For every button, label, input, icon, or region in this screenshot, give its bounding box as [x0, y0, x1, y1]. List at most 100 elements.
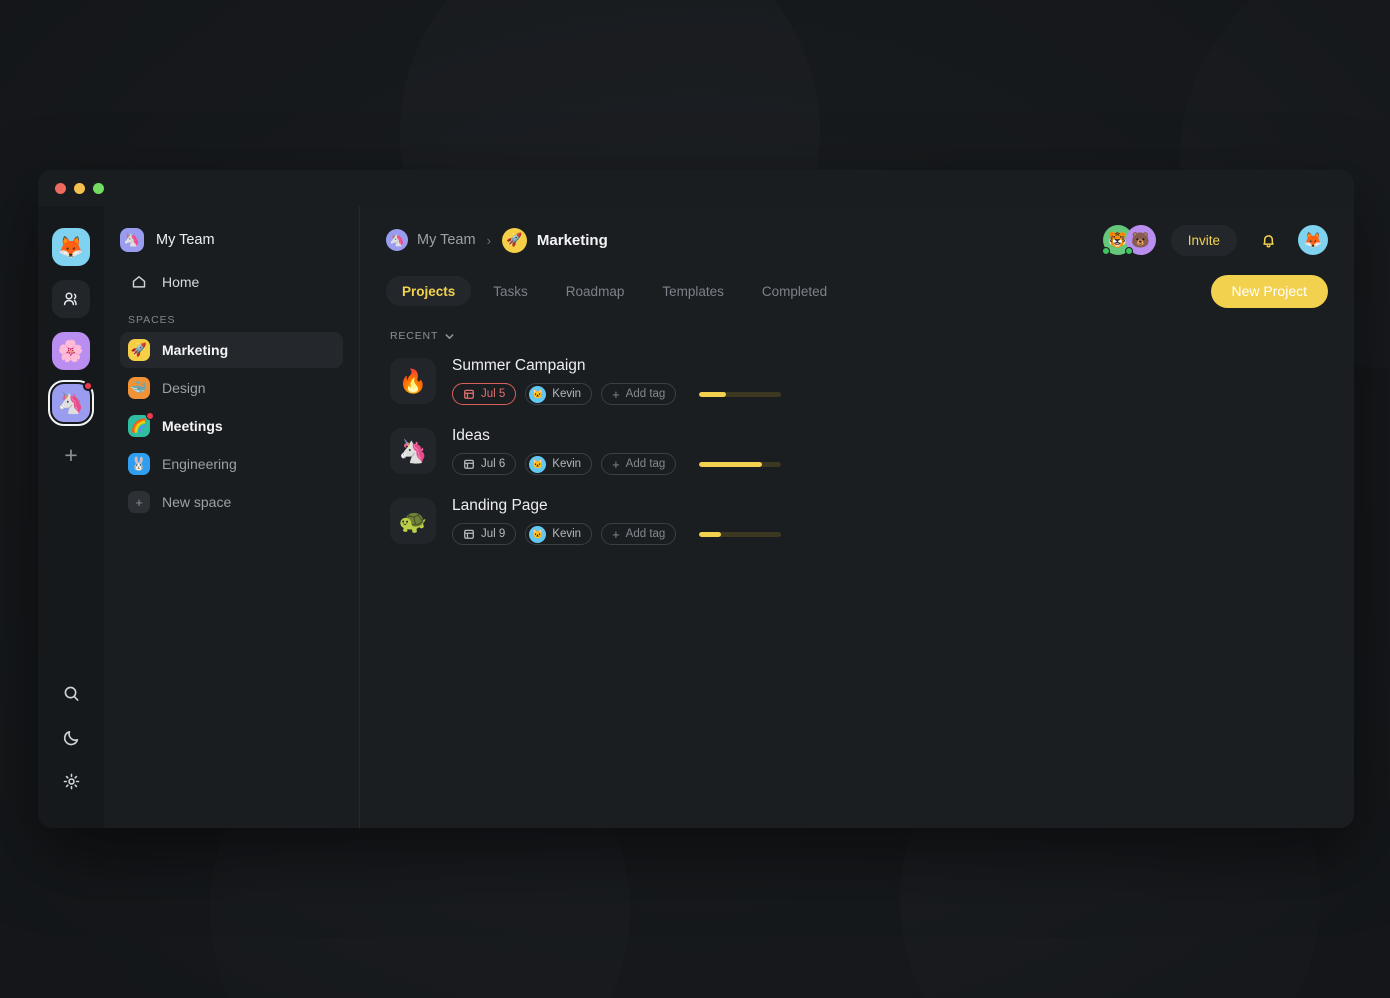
settings-button[interactable]: [52, 762, 90, 800]
project-row[interactable]: 🔥 Summer Campaign Jul 5 🐱 Kevin + Add ta…: [386, 348, 1328, 414]
gear-icon: [63, 773, 79, 789]
plus-icon: +: [612, 526, 620, 542]
sort-selector[interactable]: RECENT: [390, 330, 1328, 342]
tab-completed[interactable]: Completed: [746, 276, 843, 306]
invite-button[interactable]: Invite: [1170, 224, 1237, 256]
spaces-header: SPACES: [128, 314, 176, 326]
close-button[interactable]: [55, 182, 66, 194]
tab-tasks[interactable]: Tasks: [477, 276, 544, 306]
notification-badge: [83, 381, 93, 391]
notifications-button[interactable]: [1259, 231, 1278, 250]
calendar-icon: [464, 389, 474, 399]
unicorn-icon: 🦄: [123, 232, 141, 247]
notification-badge: [146, 412, 154, 420]
workspace-rail: 🦊 🌸 🦄 +: [38, 206, 104, 828]
online-indicator: [1101, 247, 1110, 255]
workspace-unicorn[interactable]: 🦄: [48, 380, 94, 426]
chevron-down-icon: [445, 333, 454, 339]
team-name: My Team: [156, 232, 215, 248]
main-content: 🦄 My Team › 🚀 Marketing 🐯 🐻 Invite 🦊 Pro…: [360, 206, 1354, 828]
top-bar: 🦄 My Team › 🚀 Marketing 🐯 🐻 Invite 🦊: [386, 206, 1328, 268]
search-button[interactable]: [52, 674, 90, 712]
account-avatar[interactable]: 🦊: [1298, 225, 1328, 255]
unicorn-icon: 🦄: [390, 428, 436, 474]
assignee-name: Kevin: [552, 528, 582, 540]
tab-projects[interactable]: Projects: [386, 276, 472, 306]
breadcrumb-team-avatar: 🦄: [386, 229, 408, 251]
calendar-icon: [464, 459, 474, 469]
rainbow-icon: 🌈: [128, 412, 154, 437]
new-project-button[interactable]: New Project: [1210, 274, 1328, 308]
sidebar-item-meetings[interactable]: 🌈 Meetings: [120, 408, 343, 444]
due-date-chip[interactable]: Jul 6: [452, 453, 517, 475]
workspace-fox[interactable]: 🦊: [52, 228, 90, 266]
add-tag-label: Add tag: [625, 388, 666, 400]
assignee-chip[interactable]: 🐱 Kevin: [525, 523, 593, 545]
search-icon: [64, 686, 78, 701]
sidebar-item-home[interactable]: Home: [120, 264, 343, 300]
sidebar-item-label: Meetings: [162, 418, 223, 434]
workspace-blossom[interactable]: 🌸: [52, 332, 90, 370]
project-row[interactable]: 🐢 Landing Page Jul 9 🐱 Kevin + Add tag: [386, 488, 1328, 554]
home-icon: [128, 271, 150, 293]
tab-templates[interactable]: Templates: [646, 276, 740, 306]
progress-fill: [699, 531, 722, 537]
calendar-icon: [464, 529, 474, 539]
sidebar-team[interactable]: 🦄 My Team: [120, 220, 343, 260]
sidebar-item-label: Marketing: [162, 342, 229, 358]
breadcrumb-space: Marketing: [536, 231, 608, 249]
turtle-icon: 🐢: [390, 498, 436, 544]
progress-bar: [699, 531, 782, 537]
avatar: 🐱: [529, 385, 547, 403]
app-window: 🦊 🌸 🦄 + 🦄 My Team Home SPACES 🚀 Marketin…: [38, 170, 1354, 828]
breadcrumb: 🦄 My Team › 🚀 Marketing: [386, 227, 608, 253]
due-date-chip[interactable]: Jul 9: [452, 523, 517, 545]
project-row[interactable]: 🦄 Ideas Jul 6 🐱 Kevin + Add tag: [386, 418, 1328, 484]
sidebar-item-label: New space: [162, 494, 232, 510]
assignee-chip[interactable]: 🐱 Kevin: [525, 453, 593, 475]
avatar: 🐱: [529, 525, 547, 543]
project-title: Ideas: [452, 427, 490, 444]
add-tag-button[interactable]: + Add tag: [601, 453, 677, 475]
add-workspace-button[interactable]: +: [52, 436, 90, 474]
dark-mode-button[interactable]: [52, 718, 90, 756]
progress-bar: [699, 391, 782, 397]
zoom-button[interactable]: [93, 182, 104, 194]
assignee-chip[interactable]: 🐱 Kevin: [525, 383, 593, 405]
window-titlebar: [38, 170, 1354, 206]
sidebar-item-design[interactable]: 🐳 Design: [120, 370, 343, 406]
tab-bar: Projects Tasks Roadmap Templates Complet…: [386, 268, 1328, 314]
workspace-people[interactable]: [52, 280, 90, 318]
blossom-icon: 🌸: [57, 339, 85, 363]
due-date-chip[interactable]: Jul 5: [452, 383, 517, 405]
fox-icon: 🦊: [1303, 232, 1323, 249]
add-tag-button[interactable]: + Add tag: [601, 383, 677, 405]
project-title: Landing Page: [452, 497, 548, 514]
tiger-icon: 🐯: [1108, 232, 1128, 249]
minimize-button[interactable]: [74, 182, 85, 194]
tab-roadmap[interactable]: Roadmap: [550, 276, 641, 306]
assignee-name: Kevin: [552, 388, 582, 400]
member-bear[interactable]: 🐻: [1124, 225, 1156, 255]
unicorn-icon: 🦄: [389, 233, 405, 247]
add-tag-label: Add tag: [625, 458, 666, 470]
sidebar-item-label: Home: [162, 274, 200, 290]
sidebar-item-label: Engineering: [162, 456, 237, 472]
sidebar-item-new-space[interactable]: + New space: [120, 484, 343, 520]
add-tag-label: Add tag: [625, 528, 666, 540]
rabbit-icon: 🐰: [128, 453, 150, 475]
rocket-icon: 🚀: [128, 339, 150, 361]
project-title: Summer Campaign: [452, 357, 586, 374]
add-tag-button[interactable]: + Add tag: [601, 523, 677, 545]
bell-icon: [1263, 234, 1274, 247]
breadcrumb-team[interactable]: My Team: [417, 232, 476, 248]
sidebar-item-marketing[interactable]: 🚀 Marketing: [120, 332, 343, 368]
assignee-name: Kevin: [552, 458, 582, 470]
dark-mode-icon: [63, 730, 78, 745]
sidebar-item-label: Design: [162, 380, 206, 396]
progress-fill: [699, 391, 727, 397]
plus-icon: +: [612, 456, 620, 472]
people-icon: [63, 292, 77, 306]
progress-fill: [699, 461, 763, 467]
sidebar-item-engineering[interactable]: 🐰 Engineering: [120, 446, 343, 482]
